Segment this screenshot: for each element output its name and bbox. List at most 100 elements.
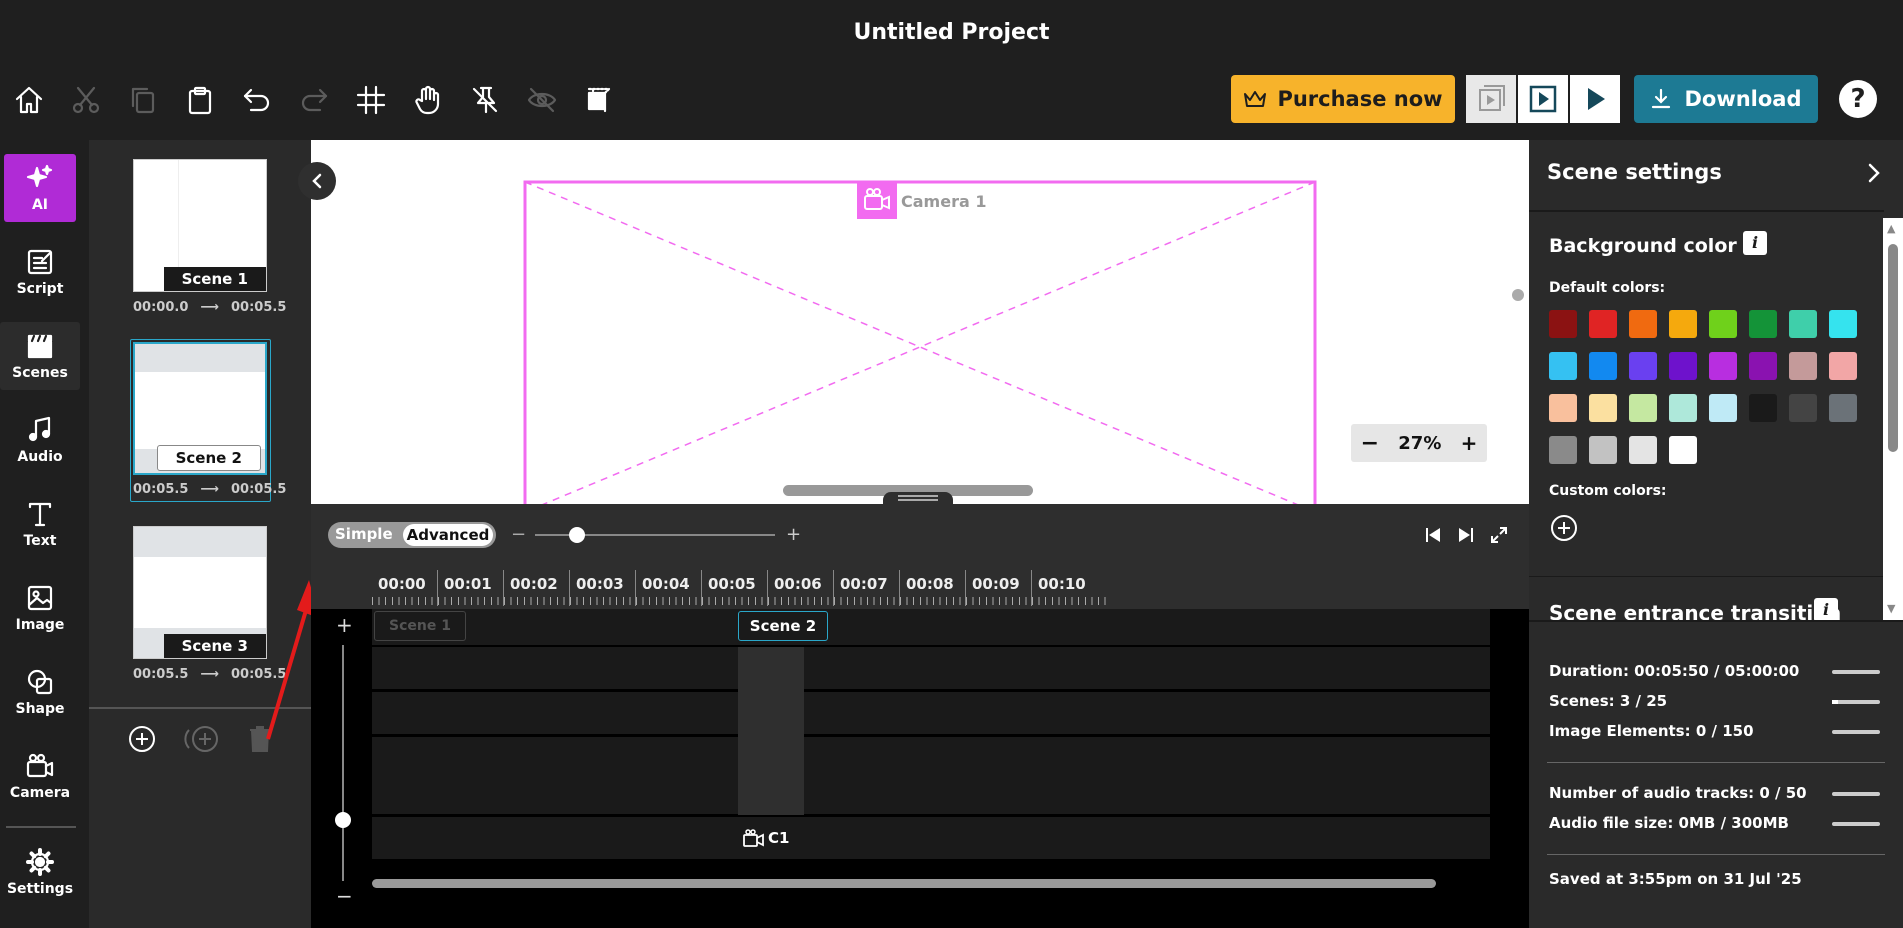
- mode-simple[interactable]: Simple: [335, 525, 393, 543]
- color-swatch[interactable]: [1789, 394, 1817, 422]
- timeline-track-1[interactable]: [372, 647, 1490, 689]
- track-zoom-thumb[interactable]: [335, 812, 351, 828]
- paste-icon[interactable]: [180, 80, 220, 120]
- track-zoom-slider[interactable]: [342, 645, 344, 881]
- mode-advanced[interactable]: Advanced: [403, 524, 493, 546]
- color-swatch[interactable]: [1629, 436, 1657, 464]
- music-note-icon: [25, 415, 55, 445]
- timeline-horizontal-scrollbar[interactable]: [372, 879, 1436, 888]
- color-swatch[interactable]: [1549, 352, 1577, 380]
- color-swatch[interactable]: [1709, 394, 1737, 422]
- scroll-up-icon[interactable]: ▲: [1887, 222, 1895, 235]
- nav-image[interactable]: Image: [4, 574, 76, 642]
- color-swatch[interactable]: [1629, 352, 1657, 380]
- scene-thumbnail-2[interactable]: Scene 2: [133, 342, 267, 475]
- undo-icon[interactable]: [237, 80, 277, 120]
- home-icon[interactable]: [9, 80, 49, 120]
- color-swatch[interactable]: [1589, 436, 1617, 464]
- color-swatch[interactable]: [1669, 394, 1697, 422]
- expand-icon[interactable]: [1490, 526, 1508, 548]
- color-swatch[interactable]: [1589, 310, 1617, 338]
- redo-icon[interactable]: [294, 80, 334, 120]
- panel-scrollbar[interactable]: ▲ ▼: [1883, 218, 1903, 620]
- timeline-zoom-out[interactable]: −: [511, 524, 526, 545]
- collapse-panel-button[interactable]: [298, 162, 336, 200]
- project-title[interactable]: Untitled Project: [0, 20, 1903, 45]
- color-swatch[interactable]: [1629, 310, 1657, 338]
- nav-settings[interactable]: Settings: [4, 838, 76, 906]
- color-swatch[interactable]: [1589, 352, 1617, 380]
- help-button[interactable]: ?: [1839, 80, 1877, 118]
- color-swatch[interactable]: [1669, 310, 1697, 338]
- canvas-scroll-handle[interactable]: [1512, 289, 1524, 301]
- camera-1-frame[interactable]: [523, 180, 1329, 504]
- color-swatch[interactable]: [1749, 394, 1777, 422]
- nav-text[interactable]: Text: [4, 490, 76, 558]
- zoom-in-button[interactable]: +: [1461, 431, 1478, 455]
- play-framed-icon: [1528, 84, 1558, 114]
- preview-scene-button[interactable]: [1466, 75, 1516, 123]
- color-swatch[interactable]: [1669, 352, 1697, 380]
- color-swatch[interactable]: [1629, 394, 1657, 422]
- hand-icon[interactable]: [408, 80, 448, 120]
- track-zoom-out[interactable]: −: [336, 884, 353, 908]
- color-swatch[interactable]: [1829, 352, 1857, 380]
- nav-scenes[interactable]: Scenes: [0, 322, 80, 390]
- color-swatch[interactable]: [1549, 310, 1577, 338]
- nav-ai[interactable]: AI: [4, 154, 76, 222]
- color-swatch[interactable]: [1789, 352, 1817, 380]
- canvas-area[interactable]: Camera 1 − 27% +: [311, 140, 1529, 504]
- color-swatch[interactable]: [1789, 310, 1817, 338]
- scroll-down-icon[interactable]: ▼: [1887, 602, 1895, 615]
- copy-icon[interactable]: [123, 80, 163, 120]
- scene-thumbnail-3[interactable]: Scene 3: [133, 526, 267, 659]
- color-swatch[interactable]: [1669, 436, 1697, 464]
- color-swatch[interactable]: [1589, 394, 1617, 422]
- nav-shape[interactable]: Shape: [4, 658, 76, 726]
- purchase-now-button[interactable]: Purchase now: [1231, 75, 1455, 123]
- add-custom-color-icon[interactable]: [1549, 513, 1579, 547]
- skip-forward-icon[interactable]: [1457, 526, 1475, 548]
- color-swatch[interactable]: [1549, 394, 1577, 422]
- track-zoom-in[interactable]: +: [336, 613, 353, 637]
- color-swatch[interactable]: [1709, 352, 1737, 380]
- timeline-resize-handle[interactable]: [883, 492, 953, 504]
- grid-icon[interactable]: [351, 80, 391, 120]
- color-swatch[interactable]: [1709, 310, 1737, 338]
- scene-thumbnail-1[interactable]: Scene 1: [133, 159, 267, 292]
- color-swatch[interactable]: [1549, 436, 1577, 464]
- info-icon[interactable]: i: [1743, 231, 1767, 255]
- color-swatch[interactable]: [1829, 394, 1857, 422]
- chevron-right-icon[interactable]: [1865, 162, 1883, 188]
- cut-icon[interactable]: [66, 80, 106, 120]
- timeline-zoom-thumb[interactable]: [569, 527, 585, 543]
- timeline-track-5[interactable]: [372, 817, 1490, 859]
- timeline-track-2[interactable]: [372, 692, 1490, 734]
- camera-icon: [25, 751, 55, 781]
- mode-toggle[interactable]: Simple Advanced: [328, 522, 496, 548]
- unpin-icon[interactable]: [465, 80, 505, 120]
- add-scene-icon[interactable]: [127, 724, 157, 758]
- download-button[interactable]: Download: [1634, 75, 1818, 123]
- zoom-out-button[interactable]: −: [1361, 431, 1379, 456]
- duplicate-scene-icon[interactable]: [183, 724, 223, 758]
- eye-off-icon[interactable]: [522, 80, 562, 120]
- skip-back-icon[interactable]: [1424, 526, 1442, 548]
- scroll-thumb[interactable]: [1888, 244, 1898, 452]
- camera-badge-icon[interactable]: [857, 181, 897, 219]
- nav-script[interactable]: Script: [4, 238, 76, 306]
- scene-1-clip[interactable]: Scene 1: [374, 611, 466, 641]
- color-swatch[interactable]: [1829, 310, 1857, 338]
- info-icon[interactable]: i: [1814, 598, 1838, 622]
- color-swatch[interactable]: [1749, 310, 1777, 338]
- nav-audio[interactable]: Audio: [4, 406, 76, 474]
- camera-clip[interactable]: C1: [738, 817, 804, 859]
- timeline-zoom-in[interactable]: +: [786, 524, 801, 545]
- crop-icon[interactable]: [579, 80, 619, 120]
- nav-camera[interactable]: Camera: [4, 742, 76, 810]
- play-all-button[interactable]: [1570, 75, 1620, 123]
- color-swatch[interactable]: [1749, 352, 1777, 380]
- play-scene-button[interactable]: [1518, 75, 1568, 123]
- timeline-track-4[interactable]: [372, 772, 1490, 814]
- scene-2-clip[interactable]: Scene 2: [738, 611, 828, 641]
